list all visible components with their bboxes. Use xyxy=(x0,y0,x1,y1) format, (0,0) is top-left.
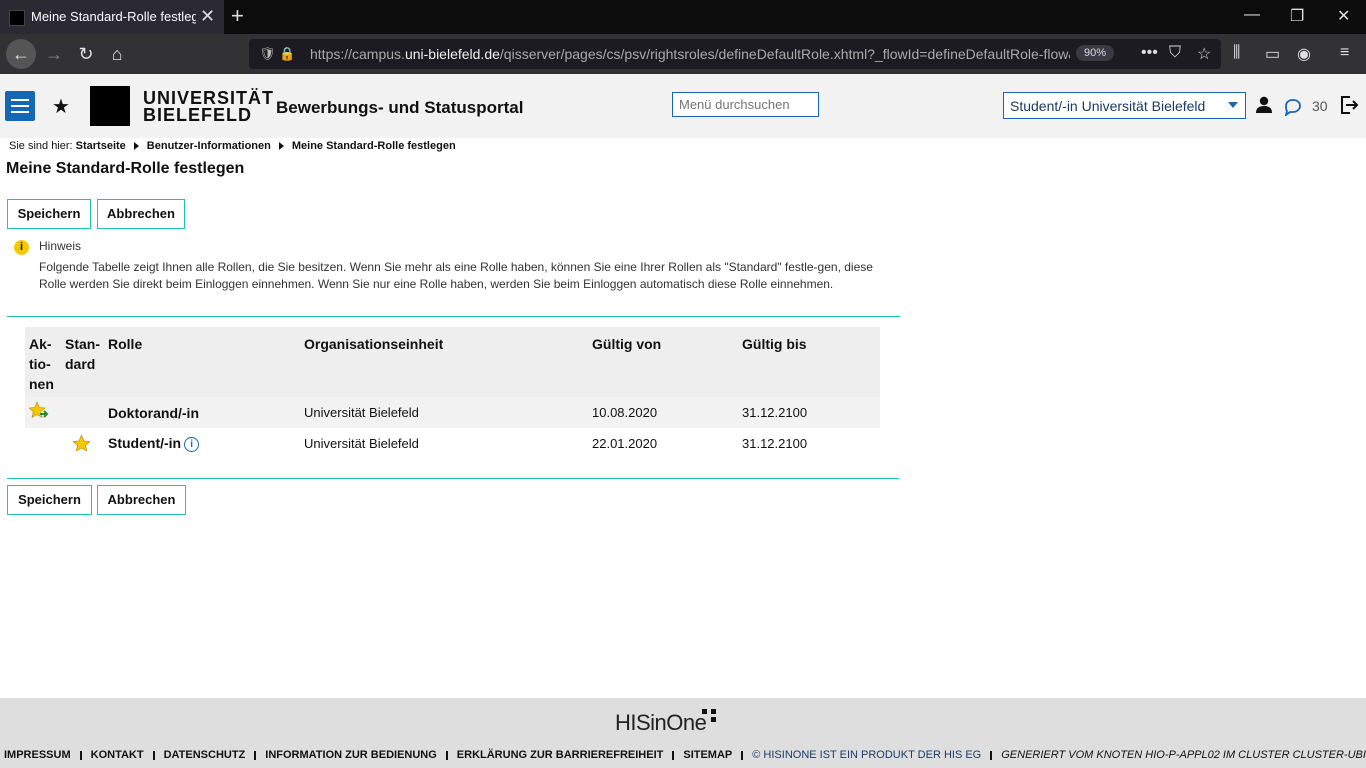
hisinone-logo: HISinOne xyxy=(615,710,707,735)
row-valid-from: 22.01.2020 xyxy=(592,436,658,451)
row-standard xyxy=(61,397,104,428)
row-actions xyxy=(25,397,61,428)
footer-links: IMPRESSUM KONTAKT DATENSCHUTZ INFORMATION Z… xyxy=(4,749,1366,761)
new-tab-icon[interactable]: + xyxy=(231,3,244,29)
row-valid-to: 31.12.2100 xyxy=(738,397,880,428)
column-header-org: Organisationseinheit xyxy=(300,327,588,397)
role-select[interactable]: Student/-in Universität Bielefeld xyxy=(1003,92,1246,119)
info-icon: i xyxy=(14,240,29,255)
breadcrumb-item-startseite[interactable]: Startseite xyxy=(76,140,126,152)
footer-link-kontakt[interactable]: KONTAKT xyxy=(91,749,144,761)
hint-title: Hinweis xyxy=(39,239,82,253)
restore-icon[interactable]: ❐ xyxy=(1290,6,1304,26)
footer-generated-text: GENERIERT VOM KNOTEN HIO-P-APPL02 IM CLU… xyxy=(1001,749,1366,761)
column-header-valid-from: Gültig von xyxy=(588,327,738,397)
row-role: Student/-in i xyxy=(104,428,300,459)
url-text: https://campus.uni-bielefeld.de/qisserve… xyxy=(310,46,1070,62)
url-bar[interactable]: 🛡 🔒 https://campus.uni-bielefeld.de/qiss… xyxy=(249,39,1221,69)
table-header-row: Ak-tio-nen Stan-dard Rolle Organisations… xyxy=(25,327,880,397)
page-title: Meine Standard-Rolle festlegen xyxy=(6,160,245,177)
browser-navbar: ← → ↻ ⌂ 🛡 🔒 https://campus.uni-bielefeld… xyxy=(0,34,1366,74)
library-icon[interactable]: ⫼ xyxy=(1233,44,1240,62)
footer-link-barrierefreiheit[interactable]: ERKLÄRUNG ZUR BARRIEREFREIHEIT xyxy=(457,749,664,761)
divider xyxy=(7,316,900,317)
footer-link-sitemap[interactable]: SITEMAP xyxy=(683,749,732,761)
minimize-icon[interactable]: — xyxy=(1244,6,1260,24)
row-org: Universität Bielefeld xyxy=(304,436,419,451)
hint-text: Folgende Tabelle zeigt Ihnen alle Rollen… xyxy=(39,260,873,291)
breadcrumb-item-benutzer-informationen[interactable]: Benutzer-Informationen xyxy=(147,140,271,152)
favorites-star-icon[interactable]: ★ xyxy=(52,94,70,119)
divider xyxy=(7,478,899,479)
row-valid-from: 10.08.2020 xyxy=(588,397,738,428)
footer-his-link[interactable]: © HISINONE IST EIN PRODUKT DER HIS EG xyxy=(752,749,981,761)
window-close-icon[interactable]: ✕ xyxy=(1337,6,1350,26)
default-role-star-icon xyxy=(72,433,91,452)
roles-table: Ak-tio-nen Stan-dard Rolle Organisations… xyxy=(25,327,880,459)
save-button-top[interactable]: Speichern xyxy=(7,199,91,229)
message-count[interactable]: 30 xyxy=(1312,98,1328,114)
app-header: ★ UNIVERSITÄT BIELEFELD Bewerbungs- und … xyxy=(0,74,1366,138)
portal-title[interactable]: Bewerbungs- und Statusportal xyxy=(276,98,523,118)
chevron-right-icon xyxy=(278,142,284,151)
pocket-icon[interactable]: ⛉ xyxy=(1169,44,1181,62)
more-icon[interactable]: ••• xyxy=(1141,44,1158,62)
column-header-role: Rolle xyxy=(104,327,300,397)
tab-title: Meine Standard-Rolle festlegen xyxy=(31,9,196,24)
set-default-star-icon[interactable] xyxy=(28,401,51,421)
menu-button[interactable] xyxy=(5,91,35,121)
table-row: Doktorand/-in Universität Bielefeld 10.0… xyxy=(25,397,880,428)
table-row: Student/-in i Universität Bielefeld 22.01… xyxy=(25,428,880,459)
user-icon[interactable] xyxy=(1255,96,1273,114)
footer-link-bedienung[interactable]: INFORMATION ZUR BEDIENUNG xyxy=(265,749,437,761)
messages-icon[interactable] xyxy=(1284,98,1302,116)
role-info-icon[interactable]: i xyxy=(184,436,200,452)
cancel-button-bottom[interactable]: Abbrechen xyxy=(97,485,186,515)
shield-lock-icon: 🛡 🔒 xyxy=(259,46,296,61)
row-org: Universität Bielefeld xyxy=(300,397,588,428)
role-select-value: Student/-in Universität Bielefeld xyxy=(1010,98,1206,114)
save-button-bottom[interactable]: Speichern xyxy=(7,485,92,515)
row-role: Doktorand/-in xyxy=(104,397,300,428)
hisinone-dots-icon xyxy=(702,709,716,722)
breadcrumb: Sie sind hier: Startseite Benutzer-Inform… xyxy=(9,140,456,152)
tab-close-icon[interactable]: ✕ xyxy=(200,6,215,27)
logout-icon[interactable] xyxy=(1339,95,1359,115)
breadcrumb-prefix: Sie sind hier: xyxy=(9,140,73,152)
browser-tab[interactable]: Meine Standard-Rolle festlegen ✕ xyxy=(0,0,224,34)
back-icon[interactable]: ← xyxy=(6,39,36,69)
row-actions xyxy=(25,428,61,459)
sidebar-icon[interactable]: ▭ xyxy=(1265,44,1280,64)
chevron-right-icon xyxy=(133,142,139,151)
menu-search-input[interactable] xyxy=(672,92,819,117)
column-header-actions: Ak-tio-nen xyxy=(25,327,61,397)
university-logo-text[interactable]: UNIVERSITÄT BIELEFELD xyxy=(143,89,274,124)
column-header-valid-to: Gültig bis xyxy=(738,327,880,397)
row-valid-to: 31.12.2100 xyxy=(742,436,808,451)
forward-icon[interactable]: → xyxy=(42,42,66,66)
account-icon[interactable]: ◉ xyxy=(1297,44,1311,64)
bookmark-star-icon[interactable]: ☆ xyxy=(1197,44,1211,64)
cancel-button-top[interactable]: Abbrechen xyxy=(97,199,185,229)
favicon-icon xyxy=(9,10,25,26)
footer-link-impressum[interactable]: IMPRESSUM xyxy=(4,749,71,761)
chevron-down-icon xyxy=(1228,102,1238,108)
footer-link-datenschutz[interactable]: DATENSCHUTZ xyxy=(164,749,246,761)
breadcrumb-item-current: Meine Standard-Rolle festlegen xyxy=(291,140,456,152)
row-standard xyxy=(61,428,104,459)
university-logo-icon[interactable] xyxy=(90,86,130,126)
footer: HISinOne IMPRESSUM KONTAKT DATENSCHUTZ INFO… xyxy=(0,698,1366,768)
home-icon[interactable]: ⌂ xyxy=(105,42,129,66)
hamburger-menu-icon[interactable]: ≡ xyxy=(1340,44,1349,62)
reload-icon[interactable]: ↻ xyxy=(74,42,98,66)
column-header-standard: Stan-dard xyxy=(61,327,104,397)
browser-tabbar: Meine Standard-Rolle festlegen ✕ + — ❐ ✕ xyxy=(0,0,1366,34)
zoom-level[interactable]: 90% xyxy=(1076,45,1115,61)
